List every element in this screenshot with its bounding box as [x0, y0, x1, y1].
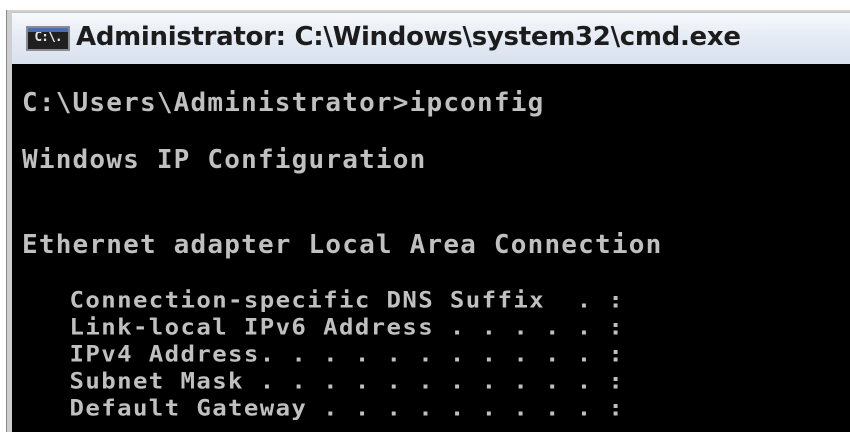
console-detail-line: Connection-specific DNS Suffix . : — [22, 287, 625, 313]
console-detail-line: Subnet Mask . . . . . . . . . . . : — [22, 368, 625, 394]
console-heading: Windows IP Configuration — [22, 145, 427, 175]
console-detail-line: Default Gateway . . . . . . . . . : — [22, 395, 625, 421]
window-frame-left — [0, 10, 12, 432]
console-detail-line: IPv4 Address. . . . . . . . . . . : — [22, 341, 625, 367]
console-detail-line: Link-local IPv6 Address . . . . . : — [22, 314, 625, 340]
title-bar[interactable]: C:\. Administrator: C:\Windows\system32\… — [12, 12, 850, 64]
console-output[interactable]: C:\Users\Administrator>ipconfig Windows … — [12, 64, 850, 432]
window-title: Administrator: C:\Windows\system32\cmd.e… — [76, 22, 741, 52]
console-adapter-line: Ethernet adapter Local Area Connection — [22, 230, 663, 260]
window-frame-top — [0, 0, 850, 10]
console-command-line: C:\Users\Administrator>ipconfig — [22, 88, 545, 118]
cmd-window: C:\. Administrator: C:\Windows\system32\… — [0, 0, 850, 432]
cmd-icon[interactable]: C:\. — [26, 26, 70, 51]
